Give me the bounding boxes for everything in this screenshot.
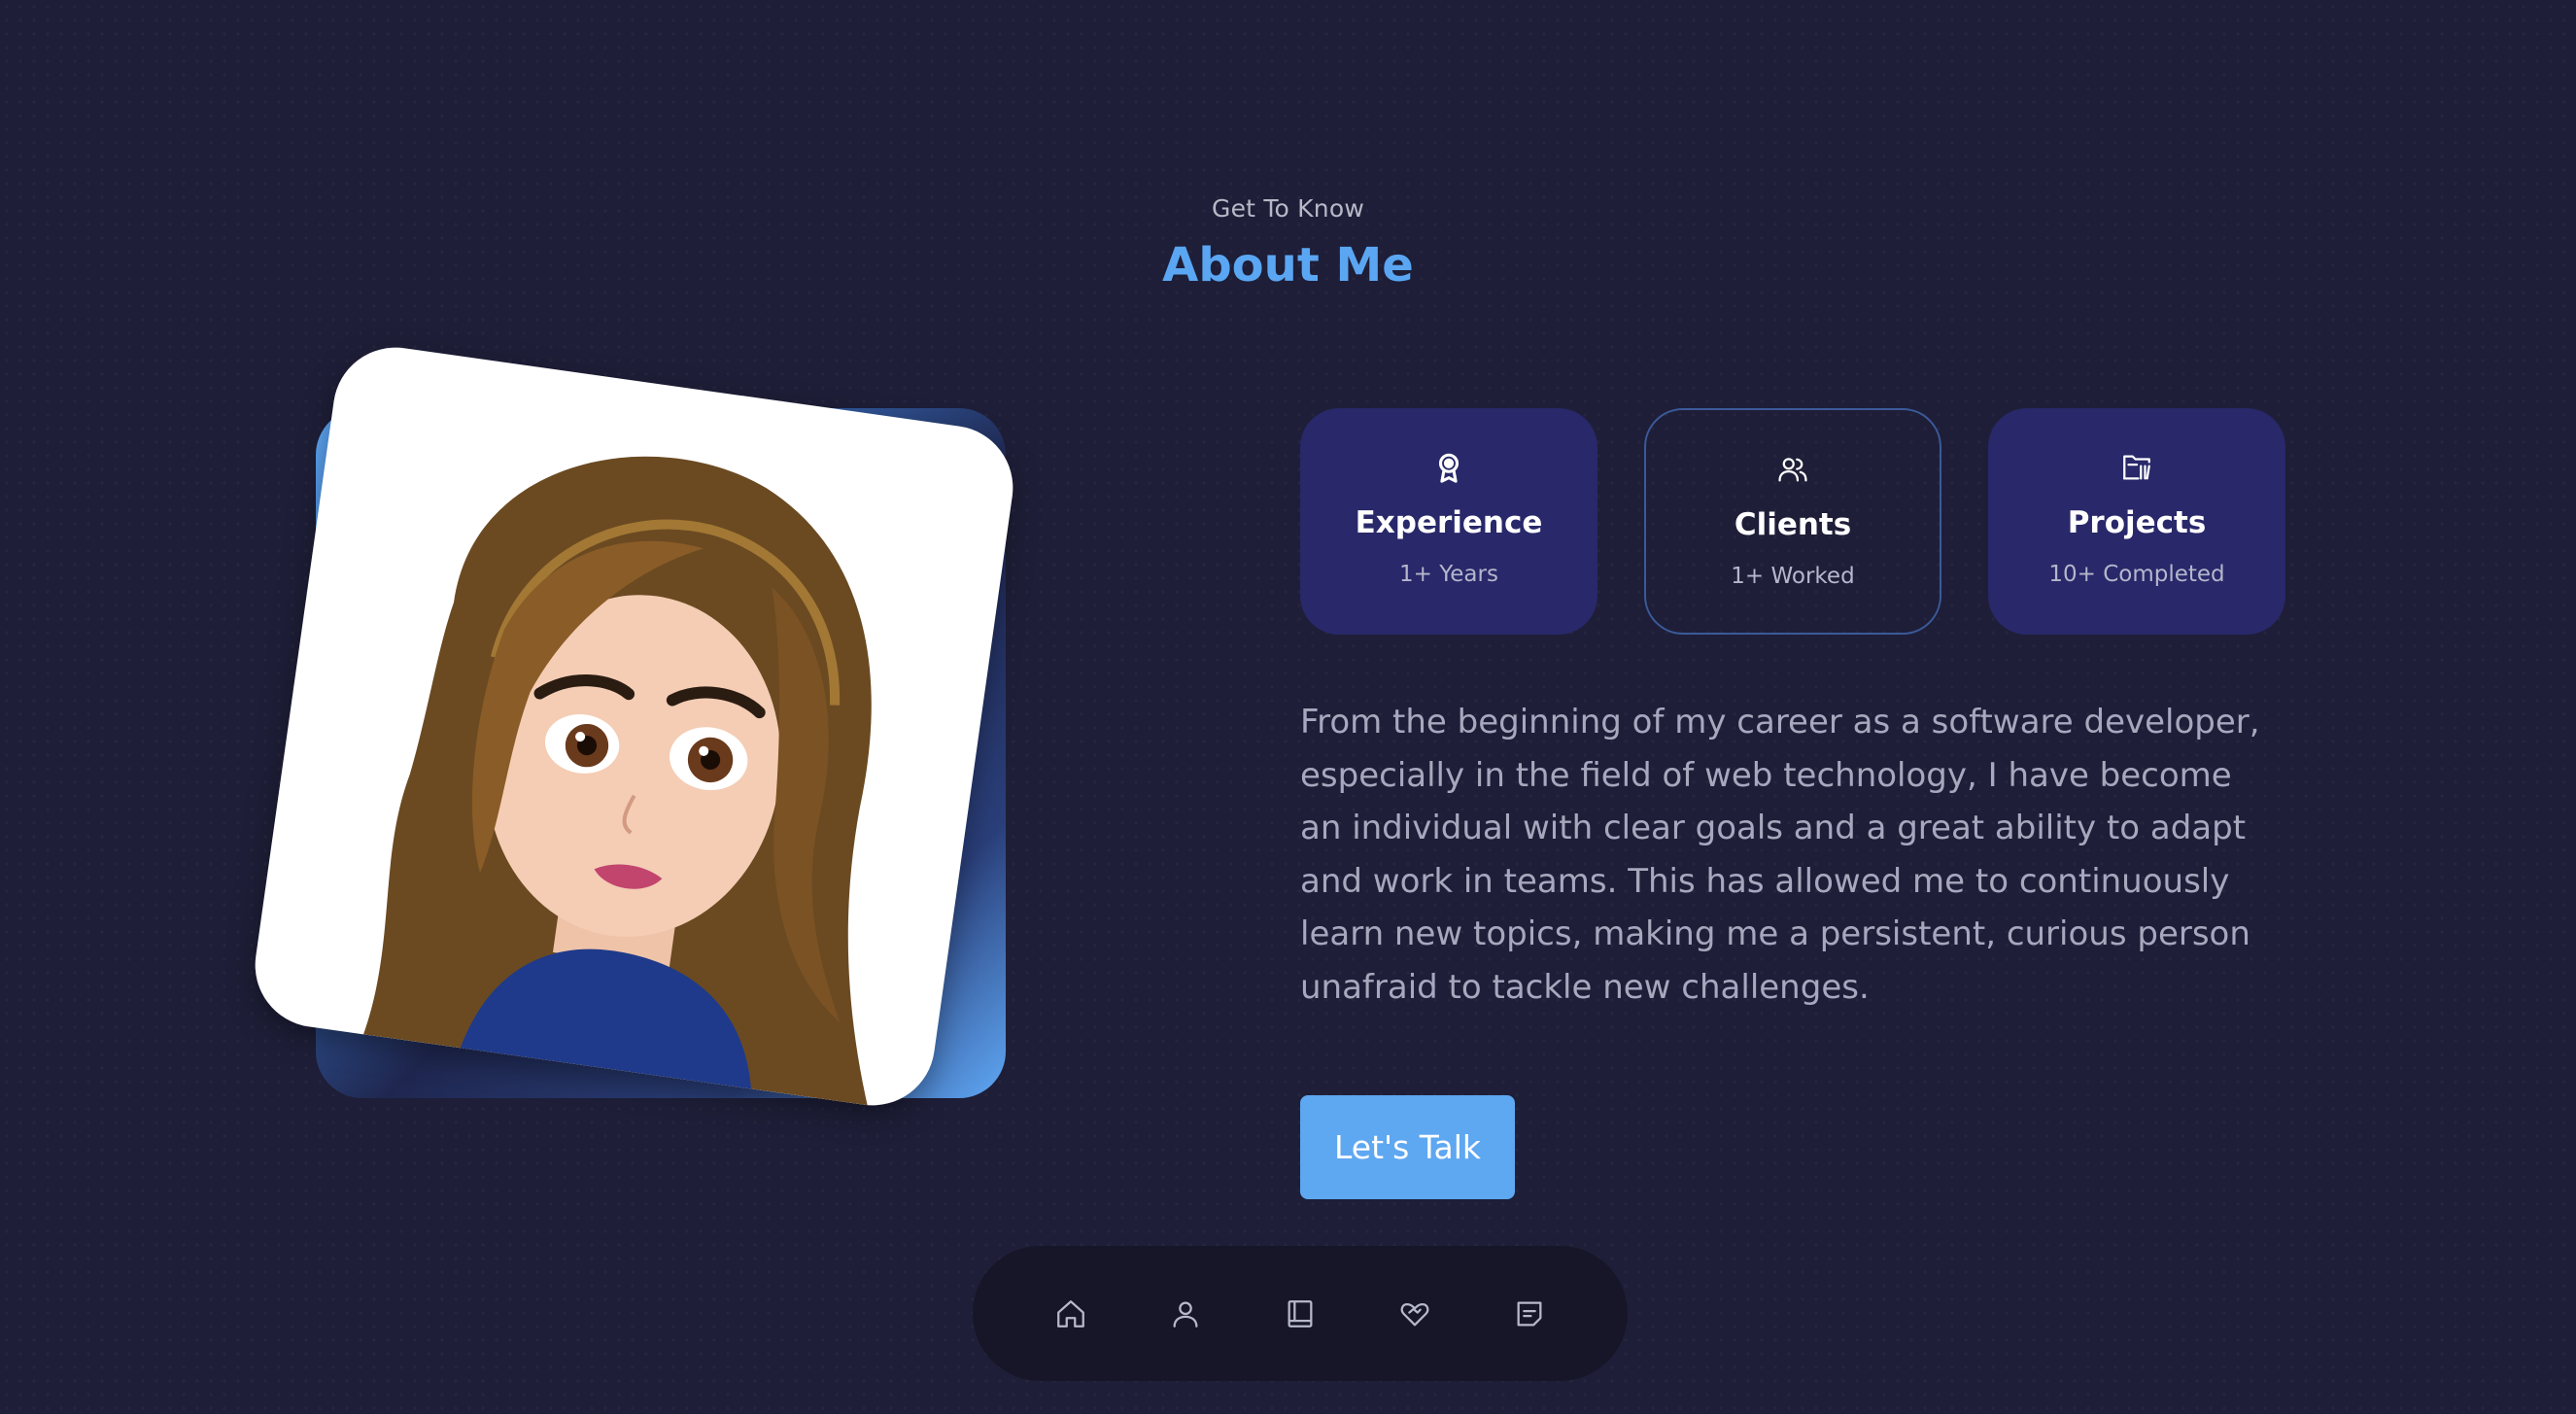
book-icon[interactable] [1283,1296,1318,1331]
stat-card-projects: Projects 10+ Completed [1988,408,2285,635]
stat-card-clients: Clients 1+ Worked [1644,408,1941,635]
home-icon[interactable] [1053,1296,1088,1331]
user-icon[interactable] [1168,1296,1203,1331]
stat-title: Experience [1355,505,1543,540]
stat-subtitle: 1+ Years [1399,562,1498,587]
message-icon[interactable] [1512,1296,1547,1331]
folder-icon [1988,451,2285,484]
heart-handshake-icon[interactable] [1397,1296,1432,1331]
lets-talk-button[interactable]: Let's Talk [1300,1095,1515,1199]
award-icon [1300,451,1597,484]
section-header: Get To Know About Me [0,194,2576,293]
stats-cards: Experience 1+ Years Clients 1+ Worked Pr… [1300,408,2285,635]
about-paragraph: From the beginning of my career as a sof… [1300,703,2260,1007]
stat-title: Projects [2067,505,2207,540]
stat-card-experience: Experience 1+ Years [1300,408,1597,635]
avatar-illustration-art [363,456,872,1106]
stat-title: Clients [1734,507,1852,542]
avatar-illustration [247,339,1021,1114]
section-title: About Me [1162,238,1414,293]
stat-subtitle: 1+ Worked [1731,564,1855,589]
section-kicker: Get To Know [1212,194,1364,223]
users-icon [1646,453,1940,486]
bottom-nav-dock [973,1246,1628,1381]
stat-subtitle: 10+ Completed [2048,562,2225,587]
